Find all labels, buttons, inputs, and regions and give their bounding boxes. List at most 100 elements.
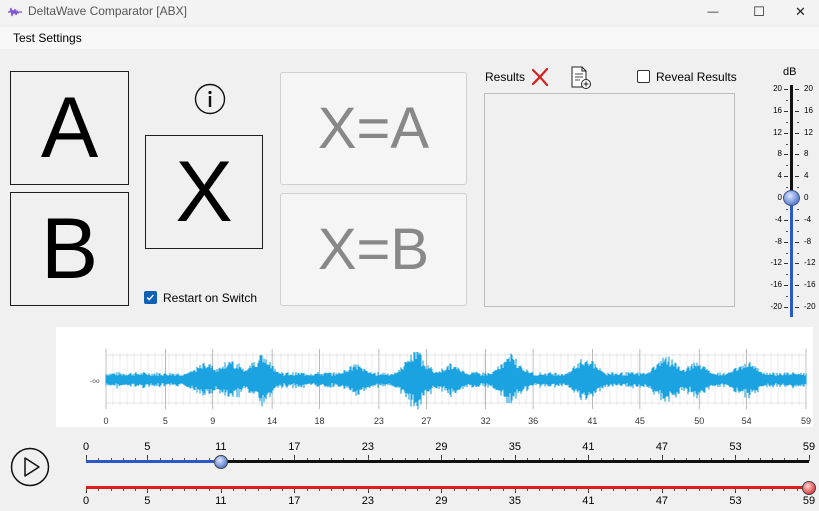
timeline-tick-label: 11: [215, 495, 227, 507]
db-tick-mark: [784, 176, 788, 178]
checkmark-icon: [146, 294, 154, 301]
db-minor-tick: [797, 121, 799, 123]
db-tick-mark: [784, 263, 788, 265]
waveform-axis-label: 0: [103, 416, 108, 426]
db-tick-label-left: 16: [773, 105, 782, 115]
timeline-tick-label: 5: [144, 495, 151, 507]
db-tick-mark: [784, 110, 788, 112]
play-icon[interactable]: [10, 447, 50, 487]
timeline-tick-label: 35: [508, 441, 522, 453]
app-logo-icon: [8, 7, 22, 17]
db-tick-mark: [795, 110, 799, 112]
db-tick-mark: [784, 154, 788, 156]
waveform-axis-label: 36: [528, 416, 538, 426]
db-tick-label-right: 12: [804, 127, 813, 137]
menu-test-settings[interactable]: Test Settings: [13, 31, 82, 45]
waveform-axis-label: 14: [267, 416, 277, 426]
timeline-tick-label: 0: [82, 495, 90, 507]
db-minor-tick: [786, 252, 788, 254]
maximize-icon: ☐: [753, 4, 765, 19]
document-add-icon[interactable]: [570, 66, 592, 90]
waveform-axis-label: 9: [210, 416, 215, 426]
db-tick-mark: [784, 307, 788, 308]
red-x-icon[interactable]: [530, 67, 550, 87]
waveform-axis-label: 5: [163, 416, 168, 426]
results-label: Results: [485, 70, 526, 84]
db-minor-tick: [786, 99, 788, 101]
timeline-tick-label: 17: [288, 495, 301, 507]
db-tick-label-right: 4: [804, 171, 809, 181]
db-tick-label-right: 8: [804, 149, 809, 159]
timeline-minor-tick: [809, 458, 810, 461]
db-minor-tick: [797, 230, 799, 232]
waveform-axis-label: 50: [694, 416, 704, 426]
db-tick-label-left: 0: [777, 193, 782, 202]
db-minor-tick: [797, 187, 799, 189]
db-tick-mark: [795, 263, 799, 265]
db-minor-tick: [797, 208, 799, 210]
timeline-tick-label: 17: [288, 441, 301, 453]
waveform-graph: -oo0 5 9 14 18 23 27 32 36 41 45 50 54 59: [90, 349, 811, 426]
minimize-button[interactable]: —: [690, 0, 736, 24]
waveform-axis-label: 32: [481, 416, 491, 426]
close-button[interactable]: ✕: [782, 0, 819, 24]
db-tick-label-left: -12: [770, 258, 782, 268]
close-icon: ✕: [795, 4, 806, 19]
db-tick-mark: [795, 219, 799, 221]
db-track-upper: [790, 85, 793, 198]
reveal-results-checkbox[interactable]: [637, 70, 650, 83]
menu-bar: Test Settings: [0, 27, 819, 49]
db-slider-thumb[interactable]: [783, 190, 800, 206]
db-tick-label-left: -16: [770, 280, 782, 290]
results-list[interactable]: [484, 93, 735, 307]
db-minor-tick: [786, 208, 788, 210]
timeline-tick-label: 41: [582, 441, 595, 453]
a-button[interactable]: A: [10, 71, 129, 185]
maximize-button[interactable]: ☐: [736, 0, 782, 24]
waveform-axis-label: 45: [635, 416, 645, 426]
db-tick-mark: [784, 89, 788, 90]
db-slider[interactable]: 20 20 16 16 12 12 8 8 4 4 0 0 -4 -4 -8 -8 -12 -12 -16 -16 -2…: [760, 80, 819, 320]
waveform-axis-label: 54: [742, 416, 752, 426]
db-minor-tick: [786, 187, 788, 189]
db-tick-label-right: 20: [804, 84, 813, 93]
db-tick-mark: [795, 154, 799, 156]
b-button-label: B: [40, 201, 99, 297]
timeline-thumb[interactable]: [802, 481, 816, 495]
waveform-panel[interactable]: -oo 0 5 9 14 18 23 27 32 36 41 45 50 54 59: [56, 327, 813, 427]
title-bar: DeltaWave Comparator [ABX] — ☐ ✕: [0, 0, 819, 24]
db-tick-mark: [784, 219, 788, 221]
db-minor-tick: [797, 296, 799, 298]
timeline-thumb[interactable]: [213, 455, 228, 469]
b-button[interactable]: B: [10, 192, 129, 306]
x-equals-a-button[interactable]: X=A: [280, 72, 467, 185]
db-minor-tick: [797, 143, 799, 145]
db-label: dB: [783, 66, 797, 78]
db-tick-mark: [795, 132, 799, 134]
timeline-tick-label: 47: [655, 441, 669, 453]
db-tick-mark: [795, 176, 799, 178]
timeline-track-fill: [86, 460, 221, 463]
restart-on-switch-checkbox[interactable]: [144, 291, 157, 304]
waveform-axis-label: 27: [421, 416, 431, 426]
restart-on-switch-label: Restart on Switch: [163, 291, 258, 305]
end-position-slider[interactable]: 0 5 11 17 23 29 35 41 47 53 59: [80, 478, 816, 511]
x-equals-b-button[interactable]: X=B: [280, 193, 467, 306]
db-tick-mark: [795, 285, 799, 287]
info-circle-icon[interactable]: [194, 83, 226, 115]
db-tick-label-left: 20: [773, 84, 782, 93]
timeline-tick-label: 59: [802, 441, 816, 453]
db-minor-tick: [786, 143, 788, 145]
timeline-tick-label: 29: [435, 441, 448, 453]
db-minor-tick: [786, 121, 788, 123]
db-minor-tick: [797, 252, 799, 254]
timeline-tick-label: 23: [361, 495, 374, 507]
db-tick-label-right: 0: [804, 193, 809, 202]
db-minor-tick: [786, 165, 788, 167]
x-button[interactable]: X: [145, 135, 263, 249]
db-tick-label-right: -8: [804, 236, 812, 246]
db-minor-tick: [786, 274, 788, 276]
db-tick-label-left: 12: [773, 127, 782, 137]
db-tick-label-right: -16: [804, 280, 816, 290]
position-slider[interactable]: 0 5 11 17 23 29 35 41 47 53 59: [80, 438, 815, 472]
